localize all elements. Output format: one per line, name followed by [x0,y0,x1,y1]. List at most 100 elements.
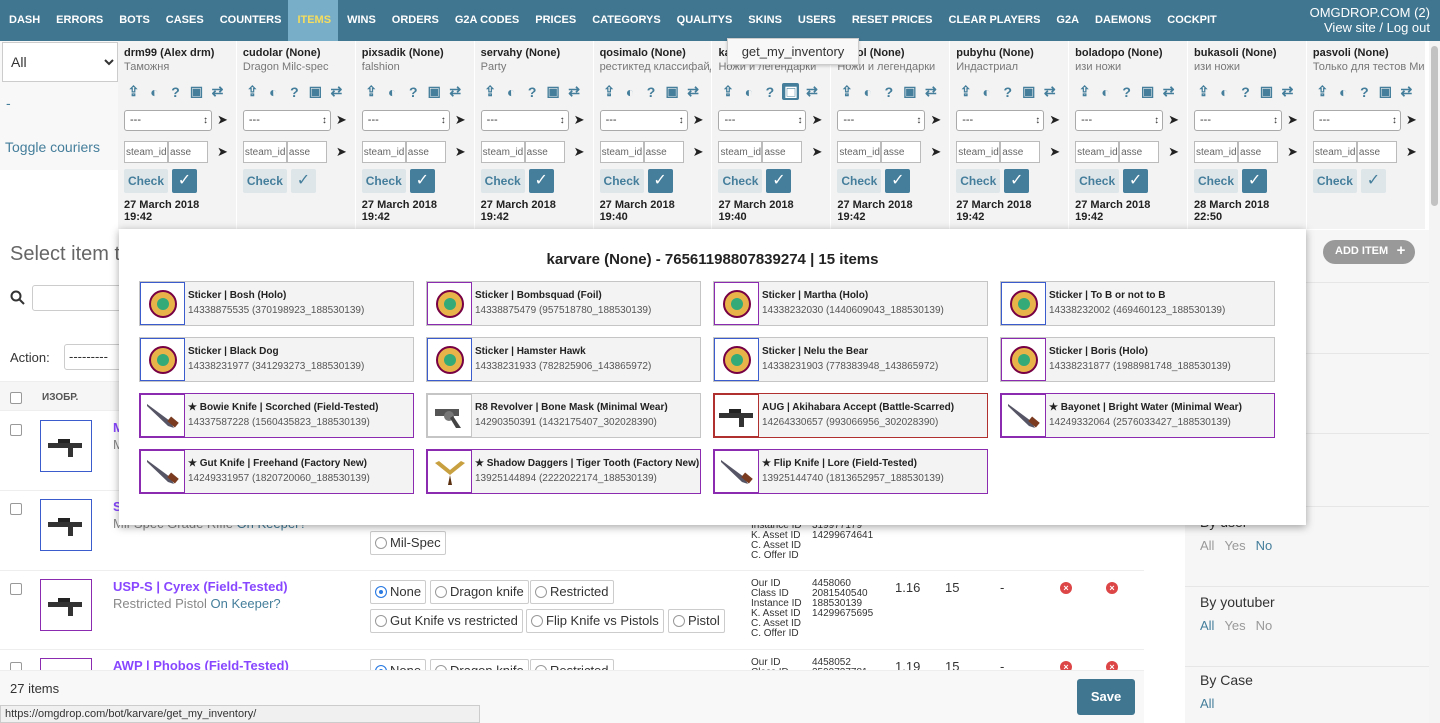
check-button[interactable]: Check [956,169,1001,193]
user-links[interactable]: View site / Log out [1310,20,1430,35]
nav-link-items[interactable]: ITEMS [288,0,339,41]
check-button[interactable]: Check [1194,169,1239,193]
bot-action-select[interactable]: --- [599,110,688,131]
confirm-icon[interactable]: ✓ [766,169,792,193]
confirm-icon[interactable]: ✓ [1242,169,1268,193]
check-button[interactable]: Check [599,169,644,193]
send-icon[interactable]: ➤ [930,112,941,128]
bot-action-select[interactable]: --- [1075,110,1164,131]
steam-icon[interactable]: ◐ [740,83,757,100]
send-icon[interactable]: ➤ [455,144,466,160]
filter-option[interactable]: All [1200,696,1214,711]
transfer-icon[interactable]: ⇄ [328,83,345,100]
confirm-icon[interactable]: ✓ [885,169,911,193]
confirm-icon[interactable]: ✓ [647,169,673,193]
upload-icon[interactable]: ⇪ [244,83,261,100]
nav-link-cases[interactable]: CASES [157,0,211,41]
confirm-icon[interactable]: ✓ [409,169,435,193]
send-icon[interactable]: ➤ [574,112,585,128]
send-icon[interactable]: ➤ [1168,144,1179,160]
check-button[interactable]: Check [124,169,168,193]
inventory-item-card[interactable]: ★ Shadow Daggers | Tiger Tooth (Factory … [426,449,701,494]
briefcase-icon[interactable]: ▣ [901,83,918,100]
steam-id-input[interactable]: steam_id [361,141,406,163]
send-icon[interactable]: ➤ [693,144,704,160]
send-icon[interactable]: ➤ [1406,144,1417,160]
upload-icon[interactable]: ⇪ [482,83,499,100]
steam-icon[interactable]: ◐ [1097,83,1114,100]
steam-id-input[interactable]: steam_id [480,141,525,163]
asset-input[interactable]: asse [881,141,922,163]
nav-link-reset-prices[interactable]: RESET PRICES [843,0,940,41]
check-button[interactable]: Check [1075,169,1120,193]
bot-action-select[interactable]: --- [837,110,926,131]
upload-icon[interactable]: ⇪ [125,83,142,100]
asset-input[interactable]: asse [762,141,803,163]
search-input[interactable] [32,285,122,311]
check-button[interactable]: Check [361,169,406,193]
steam-id-input[interactable]: steam_id [956,141,1001,163]
confirm-icon[interactable]: ✓ [1004,169,1030,193]
filter-option[interactable]: No [1256,538,1273,553]
confirm-icon[interactable]: ✓ [528,169,554,193]
send-icon[interactable]: ➤ [811,112,822,128]
help-icon[interactable]: ? [286,83,303,100]
transfer-icon[interactable]: ⇄ [1398,83,1415,100]
help-icon[interactable]: ? [405,83,422,100]
steam-icon[interactable]: ◐ [978,83,995,100]
transfer-icon[interactable]: ⇄ [566,83,583,100]
check-button[interactable]: Check [837,169,882,193]
upload-icon[interactable]: ⇪ [363,83,380,100]
nav-link-qualitys[interactable]: QUALITYS [668,0,740,41]
send-icon[interactable]: ➤ [1168,112,1179,128]
transfer-icon[interactable]: ⇄ [447,83,464,100]
asset-input[interactable]: asse [168,141,208,163]
help-icon[interactable]: ? [761,83,778,100]
nav-link-wins[interactable]: WINS [338,0,383,41]
briefcase-icon[interactable]: ▣ [1377,83,1394,100]
briefcase-icon[interactable]: ▣ [1258,83,1275,100]
filter-option[interactable]: No [1256,618,1273,633]
help-icon[interactable]: ? [1237,83,1254,100]
upload-icon[interactable]: ⇪ [838,83,855,100]
steam-icon[interactable]: ◐ [1216,83,1233,100]
steam-icon[interactable]: ◐ [265,83,282,100]
nav-link-dash[interactable]: DASH [0,0,47,41]
send-icon[interactable]: ➤ [574,144,585,160]
send-icon[interactable]: ➤ [336,144,347,160]
inventory-item-card[interactable]: ★ Gut Knife | Freehand (Factory New) 142… [139,449,414,494]
send-icon[interactable]: ➤ [1406,112,1417,128]
toggle-couriers-link[interactable]: Toggle couriers [5,139,100,155]
briefcase-icon[interactable]: ▣ [307,83,324,100]
transfer-icon[interactable]: ⇄ [803,83,820,100]
transfer-icon[interactable]: ⇄ [209,83,226,100]
help-icon[interactable]: ? [999,83,1016,100]
check-button[interactable]: Check [242,169,287,193]
upload-icon[interactable]: ⇪ [1076,83,1093,100]
category-radio[interactable]: Gut Knife vs restricted [370,609,523,633]
scrollbar-thumb[interactable] [1431,46,1438,206]
asset-input[interactable]: asse [524,141,565,163]
steam-icon[interactable]: ◐ [859,83,876,100]
category-radio[interactable]: Dragon knife [430,580,529,604]
bot-action-select[interactable]: --- [1194,110,1283,131]
nav-link-users[interactable]: USERS [789,0,843,41]
asset-input[interactable]: asse [1356,141,1397,163]
bot-action-select[interactable]: --- [124,110,212,131]
asset-input[interactable]: asse [1000,141,1041,163]
inventory-item-card[interactable]: Sticker | Hamster Hawk 14338231933 (7828… [426,337,701,382]
help-icon[interactable]: ? [1118,83,1135,100]
confirm-icon[interactable]: ✓ [1123,169,1149,193]
send-icon[interactable]: ➤ [455,112,466,128]
asset-input[interactable]: asse [643,141,684,163]
asset-input[interactable]: asse [286,141,327,163]
bot-action-select[interactable]: --- [1312,110,1401,131]
select-all-checkbox[interactable] [10,392,22,404]
send-icon[interactable]: ➤ [811,144,822,160]
transfer-icon[interactable]: ⇄ [1041,83,1058,100]
briefcase-icon[interactable]: ▣ [1020,83,1037,100]
bot-action-select[interactable]: --- [361,110,450,131]
nav-link-g2a-codes[interactable]: G2A CODES [446,0,526,41]
inventory-item-card[interactable]: Sticker | Bombsquad (Foil) 14338875479 (… [426,281,701,326]
delete-icon[interactable]: × [1106,582,1118,594]
